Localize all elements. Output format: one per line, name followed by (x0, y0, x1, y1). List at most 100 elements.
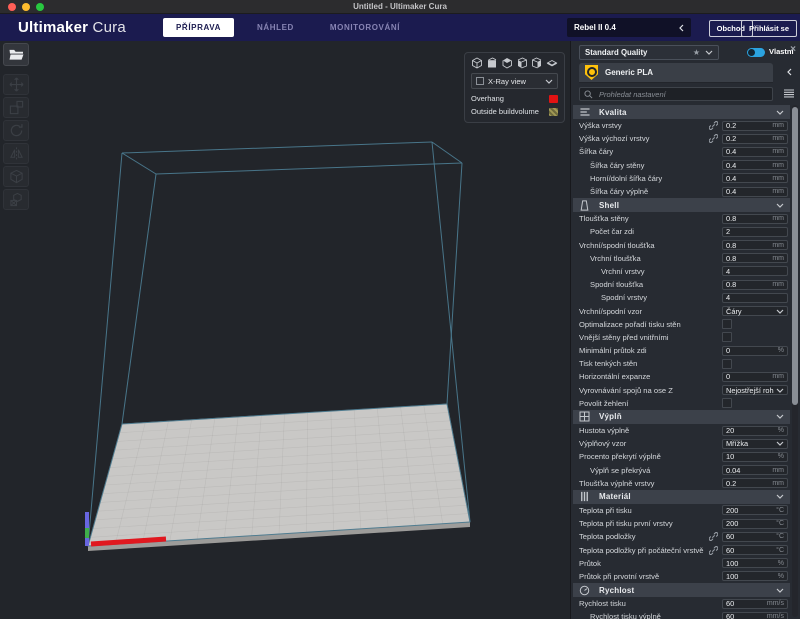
section-title: Rychlost (599, 586, 776, 595)
setting-row: Teplota při tisku200°C (573, 504, 790, 517)
setting-input[interactable]: 0% (722, 346, 788, 356)
setting-input[interactable]: 20% (722, 426, 788, 436)
setting-input[interactable]: 4 (722, 293, 788, 303)
setting-unit: mm (772, 281, 784, 288)
build-plate-scene (0, 41, 570, 619)
open-file-icon (9, 48, 24, 61)
settings-scrollbar[interactable] (792, 105, 798, 617)
setting-input[interactable]: 0.4mm (722, 173, 788, 183)
view-3d-button[interactable] (471, 57, 483, 69)
tab-prepare[interactable]: PŘÍPRAVA (163, 18, 234, 37)
setting-input[interactable]: 100% (722, 558, 788, 568)
setting-label: Spodní tloušťka (573, 280, 722, 289)
setting-input[interactable]: 2 (722, 227, 788, 237)
setting-value: Čáry (726, 307, 776, 316)
setting-input[interactable]: 0.2mm (722, 121, 788, 131)
section-header-shell[interactable]: Shell (573, 198, 790, 212)
viewport-3d[interactable]: X-Ray view OverhangOutside buildvolume (0, 41, 570, 619)
setting-input[interactable]: 0mm (722, 372, 788, 382)
setting-dropdown[interactable]: Mřížka (722, 439, 788, 449)
per-model-settings-button[interactable] (3, 166, 29, 187)
setting-input[interactable]: 60mm/s (722, 612, 788, 619)
view-left-button[interactable] (516, 57, 528, 69)
setting-input[interactable]: 60°C (722, 545, 788, 555)
camera-presets (471, 57, 558, 69)
setting-input[interactable]: 0.8mm (722, 253, 788, 263)
setting-checkbox[interactable] (722, 359, 732, 369)
tab-monitor[interactable]: MONITOROVÁNÍ (317, 18, 413, 37)
setting-input[interactable]: 60°C (722, 532, 788, 542)
move-button[interactable] (3, 74, 29, 95)
setting-input[interactable]: 0.8mm (722, 214, 788, 224)
sign-in-button[interactable]: Přihlásit se (741, 20, 797, 37)
setting-input[interactable]: 0.2mm (722, 478, 788, 488)
setting-input[interactable]: 0.8mm (722, 240, 788, 250)
settings-menu-icon[interactable] (784, 89, 794, 98)
setting-label: Optimalizace pořadí tisku stěn (573, 320, 722, 329)
setting-row: Horizontální expanze0mm (573, 370, 790, 383)
setting-row: Tloušťka stěny0.8mm (573, 212, 790, 225)
settings-search[interactable] (579, 87, 773, 101)
view-front-button[interactable] (486, 57, 498, 69)
section-header-speed[interactable]: Rychlost (573, 583, 790, 597)
search-input[interactable] (597, 89, 768, 100)
rotate-button[interactable] (3, 120, 29, 141)
close-panel-icon[interactable]: × (790, 45, 796, 55)
setting-dropdown[interactable]: Nejostřejší roh (722, 385, 788, 395)
setting-row: Šířka čáry výplně0.4mm (573, 185, 790, 198)
setting-input[interactable]: 100% (722, 571, 788, 581)
profile-dropdown[interactable]: Standard Quality ★ (579, 45, 719, 60)
view-right-button[interactable] (531, 57, 543, 69)
tab-preview[interactable]: NÁHLED (244, 18, 307, 37)
setting-unit: °C (776, 547, 784, 554)
support-blocker-button[interactable] (3, 189, 29, 210)
setting-checkbox[interactable] (722, 332, 732, 342)
setting-input[interactable]: 0.04mm (722, 465, 788, 475)
setting-dropdown[interactable]: Čáry (722, 306, 788, 316)
setting-input[interactable]: 4 (722, 266, 788, 276)
logo-bold: Ultimaker (18, 19, 88, 36)
xray-view-icon (476, 77, 484, 85)
printer-selector[interactable]: Rebel II 0.4 (567, 18, 691, 37)
setting-unit: % (778, 560, 784, 567)
setting-input[interactable]: 0.8mm (722, 280, 788, 290)
chevron-down-icon (776, 414, 784, 419)
setting-input[interactable]: 0.4mm (722, 147, 788, 157)
open-file-button[interactable] (3, 43, 29, 66)
view-top-button[interactable] (501, 57, 513, 69)
setting-input[interactable]: 10% (722, 452, 788, 462)
setting-input[interactable]: 200°C (722, 519, 788, 529)
section-header-material[interactable]: Materiál (573, 490, 790, 504)
section-header-infill[interactable]: Výplň (573, 410, 790, 424)
setting-input[interactable]: 0.4mm (722, 160, 788, 170)
setting-input[interactable]: 0.2mm (722, 134, 788, 144)
scale-button[interactable] (3, 97, 29, 118)
setting-checkbox[interactable] (722, 319, 732, 329)
view-bottom-button[interactable] (546, 57, 558, 69)
setting-value: 20 (726, 426, 778, 435)
view-mode-dropdown[interactable]: X-Ray view (471, 73, 558, 89)
setting-unit: mm (772, 148, 784, 155)
setting-label: Průtok (573, 559, 722, 568)
setting-checkbox[interactable] (722, 398, 732, 408)
quality-icon (579, 107, 591, 117)
section-header-quality[interactable]: Kvalita (573, 105, 790, 119)
custom-settings-toggle[interactable] (747, 48, 765, 57)
collapse-panel-icon[interactable] (787, 68, 792, 76)
setting-input[interactable]: 0.4mm (722, 187, 788, 197)
setting-input[interactable]: 60mm/s (722, 599, 788, 609)
setting-label: Vrchní/spodní tloušťka (573, 241, 722, 250)
infill-icon (579, 411, 590, 422)
setting-label: Minimální průtok zdi (573, 346, 722, 355)
extruder-material-tab[interactable]: Generic PLA (579, 63, 773, 83)
view-right-icon (531, 57, 543, 69)
scrollbar-thumb[interactable] (792, 107, 798, 405)
setting-label: Vrchní vrstvy (573, 267, 722, 276)
setting-value: 60 (726, 599, 767, 608)
setting-input[interactable]: 200°C (722, 505, 788, 515)
rotate-icon (9, 123, 24, 138)
setting-unit: mm/s (767, 600, 784, 607)
setting-label: Vrchní tloušťka (573, 254, 722, 263)
setting-label: Tloušťka výplně vrstvy (573, 479, 722, 488)
mirror-button[interactable] (3, 143, 29, 164)
